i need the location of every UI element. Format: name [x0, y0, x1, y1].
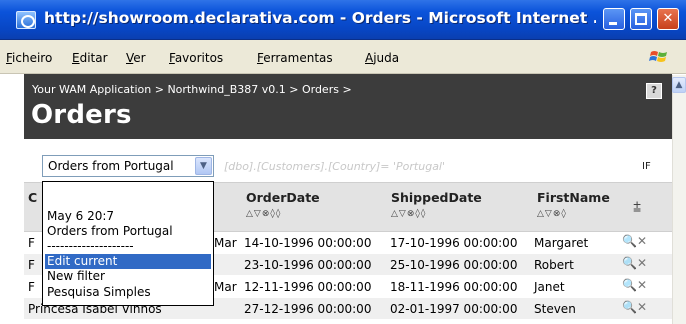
shippeddate-sort-icons[interactable]: △▽⊗◊◊ — [391, 209, 426, 219]
scroll-up-button[interactable]: ▲ — [672, 77, 686, 93]
cell-firstname: Margaret — [534, 236, 589, 250]
minimize-button[interactable] — [603, 8, 625, 30]
column-header-customer[interactable]: C — [28, 190, 37, 205]
cell-shippeddate: 17-10-1996 00:00:00 — [390, 236, 518, 250]
maximize-icon — [635, 13, 647, 25]
maximize-button[interactable] — [630, 8, 652, 30]
close-icon: ✕ — [662, 11, 674, 26]
row-edit-delete-icons[interactable]: 🔍✕ — [622, 278, 647, 292]
cell-customer-tail: Mar — [214, 236, 237, 250]
cell-orderdate: 27-12-1996 00:00:00 — [244, 302, 372, 316]
filter-select-value: Orders from Portugal — [48, 159, 174, 173]
help-button[interactable]: ? — [646, 83, 662, 99]
if-label[interactable]: IF — [642, 161, 651, 172]
minimize-icon — [609, 22, 617, 25]
filter-expression: [dbo].[Customers].[Country]= 'Portugal' — [224, 160, 446, 173]
row-edit-delete-icons[interactable]: 🔍✕ — [622, 256, 647, 270]
dropdown-option-edit-current[interactable]: Edit current — [45, 254, 211, 269]
cell-shippeddate: 25-10-1996 00:00:00 — [390, 258, 518, 272]
filter-bar: Orders from Portugal ▼ [dbo].[Customers]… — [24, 146, 672, 180]
hierarchy-icon[interactable]: ⩲ — [633, 200, 641, 216]
cell-customer: F — [28, 236, 35, 250]
column-header-shippeddate[interactable]: ShippedDate — [391, 190, 482, 205]
ie-app-icon — [16, 11, 36, 29]
dropdown-option-pesquisa-simples[interactable]: Pesquisa Simples — [45, 285, 211, 300]
orderdate-sort-icons[interactable]: △▽⊗◊◊ — [246, 209, 281, 219]
cell-customer-tail: Mar — [214, 280, 237, 294]
menu-favoritos[interactable]: Favoritos — [169, 51, 223, 65]
column-header-orderdate[interactable]: OrderDate — [246, 190, 320, 205]
cell-customer: F — [28, 258, 35, 272]
cell-orderdate: 12-11-1996 00:00:00 — [244, 280, 372, 294]
breadcrumb[interactable]: Your WAM Application > Northwind_B387 v0… — [32, 83, 352, 96]
close-button[interactable]: ✕ — [657, 8, 679, 30]
vertical-scrollbar[interactable] — [672, 75, 686, 324]
window-titlebar: http://showroom.declarativa.com - Orders… — [0, 0, 686, 40]
dropdown-separator: -------------------- — [47, 239, 134, 253]
menu-bar: Ficheiro Editar Ver Favoritos Ferramenta… — [0, 40, 686, 74]
row-edit-delete-icons[interactable]: 🔍✕ — [622, 234, 647, 248]
cell-orderdate: 14-10-1996 00:00:00 — [244, 236, 372, 250]
windows-logo-icon — [649, 51, 667, 62]
menu-ferramentas[interactable]: Ferramentas — [257, 51, 333, 65]
cell-shippeddate: 02-01-1997 00:00:00 — [390, 302, 518, 316]
filter-select[interactable]: Orders from Portugal ▼ — [42, 155, 214, 177]
firstname-sort-icons[interactable]: △▽⊗◊ — [537, 209, 567, 219]
filter-dropdown-list: May 6 20:7 Orders from Portugal --------… — [42, 181, 214, 306]
cell-firstname: Steven — [534, 302, 576, 316]
cell-customer: F — [28, 280, 35, 294]
column-header-firstname[interactable]: FirstName — [537, 190, 610, 205]
cell-shippeddate: 18-11-1996 00:00:00 — [390, 280, 518, 294]
page-title: Orders — [31, 100, 132, 130]
window-title: http://showroom.declarativa.com - Orders… — [44, 9, 596, 27]
cell-firstname: Robert — [534, 258, 574, 272]
dropdown-option-blank[interactable] — [45, 184, 211, 199]
menu-editar[interactable]: Editar — [72, 51, 108, 65]
dropdown-option-new-filter[interactable]: New filter — [45, 269, 211, 284]
chevron-down-icon[interactable]: ▼ — [195, 157, 212, 175]
page-header: Your WAM Application > Northwind_B387 v0… — [24, 74, 672, 139]
row-edit-delete-icons[interactable]: 🔍✕ — [622, 300, 647, 314]
menu-ajuda[interactable]: Ajuda — [365, 51, 399, 65]
menu-ver[interactable]: Ver — [126, 51, 146, 65]
menu-ficheiro[interactable]: Ficheiro — [6, 51, 52, 65]
dropdown-option-saved-filter[interactable]: May 6 20:7 — [45, 209, 211, 224]
cell-firstname: Janet — [534, 280, 565, 294]
dropdown-option-orders-from-portugal[interactable]: Orders from Portugal — [45, 224, 211, 239]
cell-orderdate: 23-10-1996 00:00:00 — [244, 258, 372, 272]
